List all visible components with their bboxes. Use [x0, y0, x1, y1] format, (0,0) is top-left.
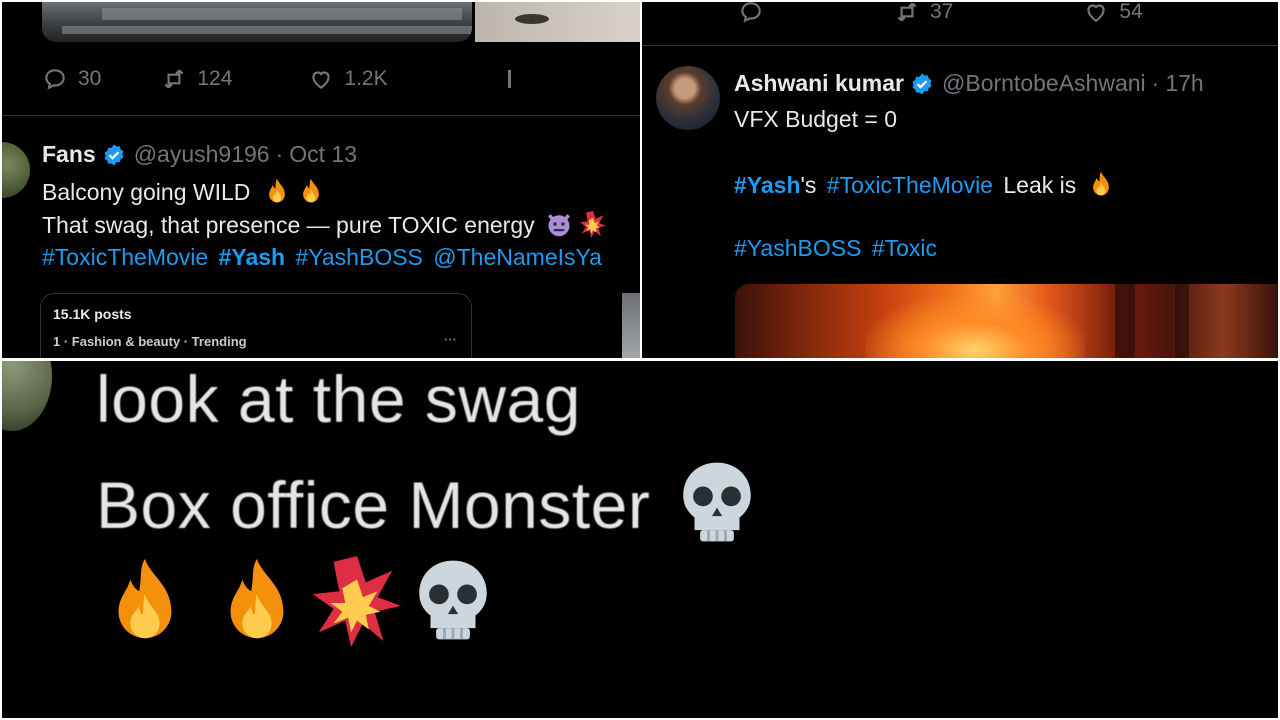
tweet-text-line-1: Balcony going WILD: [42, 177, 325, 211]
tweet-text-line-3: #ToxicTheMovie #Yash #YashBOSS @TheNameI…: [42, 244, 602, 271]
collision-emoji: [579, 210, 607, 244]
meta-separator: ·: [275, 141, 284, 167]
hashtag-link[interactable]: #ToxicTheMovie: [42, 244, 208, 270]
repost-icon: [164, 69, 184, 89]
left-tweet-screenshot: 30 124 1.2K Fans @ayush9196 · Oct 13 Bal…: [2, 2, 640, 358]
trend-rank: 1 · Fashion & beauty · Trending: [53, 334, 247, 349]
like-button[interactable]: 54: [1083, 2, 1143, 25]
avatar[interactable]: [656, 66, 720, 130]
zoom-text-line-1: look at the swag: [96, 362, 581, 436]
reply-button[interactable]: 30: [42, 66, 101, 92]
tweet-text: VFX Budget = 0: [734, 106, 898, 132]
verified-badge-icon: [104, 144, 124, 165]
tweet-text: 's: [800, 172, 817, 199]
tweet-text-line-2: That swag, that presence — pure TOXIC en…: [42, 210, 607, 244]
mention-link[interactable]: @TheNameIsYa: [433, 244, 602, 270]
tweet-divider: [2, 115, 640, 116]
like-icon: [312, 71, 331, 89]
author-row: Ashwani kumar @BorntobeAshwani · 17h: [734, 70, 1204, 97]
repost-icon: [897, 2, 917, 22]
tweet-text-line-2: #Yash's #ToxicTheMovie Leak is: [734, 170, 1115, 204]
verified-badge-icon: [912, 73, 932, 94]
like-count: 54: [1119, 2, 1143, 23]
repost-count: 37: [930, 2, 954, 23]
hashtag-link[interactable]: #YashBOSS: [734, 235, 861, 261]
zoom-text-line-2-row: Box office Monster: [96, 457, 762, 552]
fire-emoji: [1087, 170, 1115, 204]
hashtag-link[interactable]: #YashBOSS: [295, 244, 422, 270]
angry-devil-emoji: [545, 210, 573, 244]
like-button[interactable]: 1.2K: [308, 66, 388, 92]
zoomed-tweet-screenshot: look at the swag Box office Monster: [2, 361, 1278, 718]
tweet-media-right[interactable]: [475, 2, 640, 42]
fire-emoji: [263, 177, 291, 211]
fire-emoji: [297, 177, 325, 211]
repost-count: 124: [197, 67, 233, 90]
repost-button[interactable]: 124: [161, 66, 232, 92]
views-icon[interactable]: [507, 70, 511, 88]
tweet-text: Balcony going WILD: [42, 179, 251, 206]
tweet-date[interactable]: Oct 13: [289, 141, 357, 168]
tweet-media-left[interactable]: [42, 2, 472, 42]
trend-posts: 15.1K posts: [53, 306, 132, 322]
tweet-media-fire[interactable]: [735, 284, 1278, 358]
collision-emoji: [310, 553, 404, 652]
tweet-text: Leak is: [1003, 172, 1077, 199]
tweet-time[interactable]: 17h: [1165, 70, 1203, 97]
tweet-actions-right: 37 54: [738, 2, 1143, 25]
tweet-actions-left: 30 124 1.2K: [42, 66, 511, 92]
more-dots-icon[interactable]: ···: [444, 332, 457, 347]
tweet-text-line-1: VFX Budget = 0: [734, 106, 897, 133]
author-handle[interactable]: @ayush9196: [134, 141, 270, 168]
skull-emoji: [408, 555, 498, 650]
avatar[interactable]: [2, 142, 30, 198]
author-handle[interactable]: @BorntobeAshwani: [942, 70, 1146, 97]
hashtag-link[interactable]: #ToxicTheMovie: [827, 172, 993, 198]
author-row: Fans @ayush9196 · Oct 13: [42, 141, 357, 168]
reply-icon: [45, 69, 65, 90]
fire-emoji: [98, 553, 192, 652]
meta-separator: ·: [1151, 70, 1160, 96]
tweet-divider: [642, 45, 1278, 46]
tweet-text-line-3: #YashBOSS #Toxic: [734, 235, 937, 262]
tweet-text: That swag, that presence — pure TOXIC en…: [42, 212, 535, 239]
avatar[interactable]: [2, 361, 52, 431]
reply-button[interactable]: [738, 2, 764, 25]
reply-icon: [741, 2, 761, 23]
trend-card-thumbnail[interactable]: [622, 293, 640, 358]
like-count: 1.2K: [344, 67, 388, 90]
reply-count: 30: [78, 67, 102, 90]
zoom-emoji-row: [98, 553, 498, 652]
skull-emoji: [672, 457, 762, 552]
author-name[interactable]: Ashwani kumar: [734, 70, 904, 97]
fire-emoji: [210, 553, 304, 652]
right-tweet-screenshot: 37 54 Ashwani kumar @BorntobeAshwani · 1…: [642, 2, 1278, 358]
hashtag-link[interactable]: #Yash: [734, 172, 801, 198]
zoom-text-line-2: Box office Monster: [96, 467, 651, 542]
like-icon: [1087, 4, 1106, 22]
hashtag-link[interactable]: #Yash: [219, 244, 286, 270]
hashtag-link[interactable]: #Toxic: [872, 235, 937, 261]
author-name[interactable]: Fans: [42, 141, 96, 168]
repost-button[interactable]: 37: [894, 2, 953, 25]
trend-card[interactable]: 15.1K posts 1 · Fashion & beauty · Trend…: [40, 293, 472, 358]
